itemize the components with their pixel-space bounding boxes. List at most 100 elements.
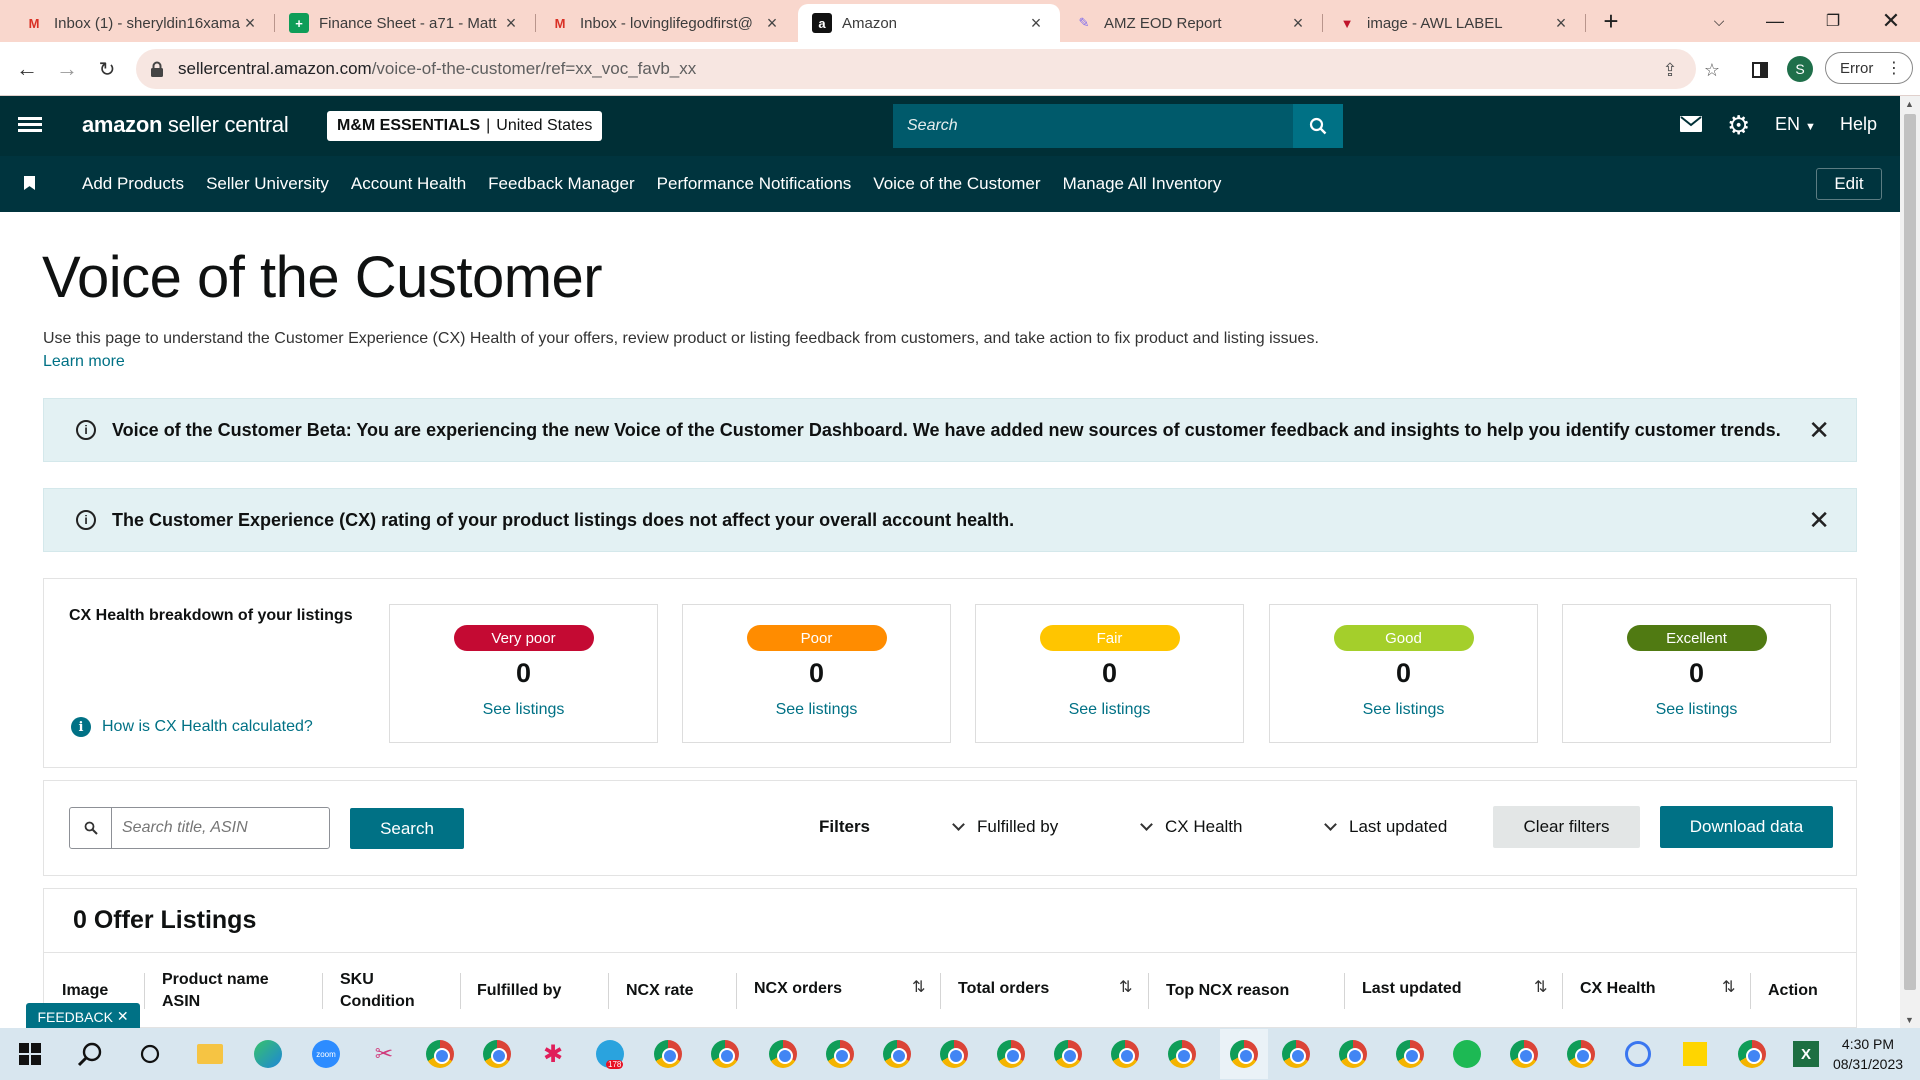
task-view-icon[interactable]	[134, 1038, 166, 1070]
close-icon[interactable]: ×	[762, 13, 782, 34]
chrome-icon[interactable]	[1280, 1038, 1312, 1070]
help-link[interactable]: Help	[1840, 114, 1877, 135]
scroll-down-arrow-icon[interactable]: ▼	[1905, 1015, 1914, 1025]
bookmark-star-icon[interactable]: ☆	[1698, 56, 1726, 84]
chrome-icon[interactable]	[881, 1038, 913, 1070]
chrome-icon[interactable]	[995, 1038, 1027, 1070]
see-listings-link[interactable]: See listings	[390, 701, 657, 719]
sort-icon[interactable]: ⇅	[1722, 977, 1735, 997]
close-icon[interactable]: ✕	[117, 1008, 129, 1025]
scroll-up-arrow-icon[interactable]: ▲	[1905, 99, 1914, 109]
chrome-icon[interactable]	[1166, 1038, 1198, 1070]
column-header-cx-health[interactable]: CX Health	[1580, 978, 1656, 1000]
side-panel-icon[interactable]	[1746, 56, 1774, 84]
nav-manage-all-inventory[interactable]: Manage All Inventory	[1063, 174, 1222, 194]
last-updated-dropdown[interactable]: Last updated	[1324, 817, 1447, 837]
menu-icon[interactable]	[18, 114, 42, 138]
reload-icon[interactable]: ↻	[90, 52, 124, 86]
close-icon[interactable]: ×	[1551, 13, 1571, 34]
scrollbar-thumb[interactable]	[1904, 114, 1916, 990]
cx-health-dropdown[interactable]: CX Health	[1140, 817, 1242, 837]
close-icon[interactable]: ×	[1288, 13, 1308, 34]
see-listings-link[interactable]: See listings	[976, 701, 1243, 719]
close-icon[interactable]: ×	[501, 13, 521, 34]
browser-tab-gmail-2[interactable]: M Inbox - lovinglifegodfirst@ ×	[536, 4, 796, 42]
window-close-icon[interactable]: ✕	[1864, 0, 1918, 42]
search-icon[interactable]	[74, 1038, 106, 1070]
browser-tab-clickup[interactable]: ✎ AMZ EOD Report ×	[1060, 4, 1322, 42]
close-icon[interactable]: ✕	[1808, 507, 1830, 533]
close-icon[interactable]: ✕	[1808, 417, 1830, 443]
browser-tab-awl[interactable]: ▼ image - AWL LABEL ×	[1323, 4, 1585, 42]
close-icon[interactable]: ×	[240, 13, 260, 34]
forward-arrow-icon[interactable]: →	[50, 52, 84, 86]
cx-health-help-link[interactable]: i How is CX Health calculated?	[71, 717, 313, 737]
nav-feedback-manager[interactable]: Feedback Manager	[488, 174, 634, 194]
chrome-icon[interactable]	[709, 1038, 741, 1070]
see-listings-link[interactable]: See listings	[1563, 701, 1830, 719]
chrome-icon[interactable]	[824, 1038, 856, 1070]
header-search[interactable]: Search	[893, 104, 1343, 148]
nav-account-health[interactable]: Account Health	[351, 174, 466, 194]
chrome-icon[interactable]	[1337, 1038, 1369, 1070]
see-listings-link[interactable]: See listings	[683, 701, 950, 719]
nav-voice-of-the-customer[interactable]: Voice of the Customer	[873, 174, 1040, 194]
search-button[interactable]: Search	[350, 808, 464, 849]
tab-search-chevron-icon[interactable]: ⌵	[1692, 0, 1746, 42]
edge-icon[interactable]	[252, 1038, 284, 1070]
file-explorer-icon[interactable]	[194, 1038, 226, 1070]
clear-filters-button[interactable]: Clear filters	[1493, 806, 1640, 848]
chrome-icon[interactable]	[938, 1038, 970, 1070]
address-bar[interactable]: sellercentral.amazon.com/voice-of-the-cu…	[136, 49, 1696, 89]
seller-central-logo[interactable]: amazon seller central	[82, 112, 289, 138]
close-icon[interactable]: ×	[1026, 13, 1046, 34]
learn-more-link[interactable]: Learn more	[43, 353, 125, 371]
error-button[interactable]: Error ⋮	[1825, 52, 1913, 84]
feedback-tab[interactable]: FEEDBACK ✕	[26, 1003, 140, 1030]
sort-icon[interactable]: ⇅	[1119, 977, 1132, 997]
nav-add-products[interactable]: Add Products	[82, 174, 184, 194]
chrome-icon[interactable]	[652, 1038, 684, 1070]
edit-nav-button[interactable]: Edit	[1816, 168, 1882, 200]
excel-icon[interactable]: X	[1790, 1038, 1822, 1070]
system-clock[interactable]: 4:30 PM 08/31/2023	[1826, 1034, 1910, 1074]
column-header-last-updated[interactable]: Last updated	[1362, 978, 1462, 1000]
share-icon[interactable]: ⇪	[1656, 56, 1684, 84]
chrome-icon[interactable]	[1052, 1038, 1084, 1070]
column-header-ncx-orders[interactable]: NCX orders	[754, 978, 842, 1000]
chrome-icon[interactable]	[1109, 1038, 1141, 1070]
listing-search-field[interactable]: Search title, ASIN	[69, 807, 330, 849]
sticky-notes-icon[interactable]	[1679, 1038, 1711, 1070]
gear-icon[interactable]: ⚙	[1727, 110, 1750, 141]
page-scrollbar[interactable]: ▲ ▼	[1900, 96, 1920, 1028]
bookmark-icon[interactable]	[24, 176, 35, 190]
listing-search-input[interactable]: Search title, ASIN	[112, 808, 329, 848]
sort-icon[interactable]: ⇅	[1534, 977, 1547, 997]
chrome-icon[interactable]	[1736, 1038, 1768, 1070]
spotify-icon[interactable]	[1451, 1038, 1483, 1070]
chrome-icon[interactable]	[767, 1038, 799, 1070]
chrome-icon[interactable]	[1394, 1038, 1426, 1070]
zoom-icon[interactable]: zoom	[310, 1038, 342, 1070]
snipping-tool-icon[interactable]: ✂	[368, 1038, 400, 1070]
store-selector[interactable]: M&M ESSENTIALS | United States	[327, 111, 603, 141]
column-header-total-orders[interactable]: Total orders	[958, 978, 1049, 1000]
nav-seller-university[interactable]: Seller University	[206, 174, 329, 194]
telegram-icon[interactable]: 178	[594, 1038, 626, 1070]
browser-tab-amazon[interactable]: a Amazon ×	[798, 4, 1060, 42]
chrome-icon[interactable]	[481, 1038, 513, 1070]
header-search-input[interactable]: Search	[893, 117, 1293, 135]
see-listings-link[interactable]: See listings	[1270, 701, 1537, 719]
chrome-icon[interactable]	[424, 1038, 456, 1070]
nav-performance-notifications[interactable]: Performance Notifications	[657, 174, 852, 194]
download-data-button[interactable]: Download data	[1660, 806, 1833, 848]
chrome-icon[interactable]	[1508, 1038, 1540, 1070]
language-selector[interactable]: EN ▼	[1775, 114, 1816, 135]
fulfilled-by-dropdown[interactable]: Fulfilled by	[952, 817, 1058, 837]
back-arrow-icon[interactable]: ←	[10, 52, 44, 86]
new-tab-plus-icon[interactable]: +	[1584, 0, 1638, 42]
browser-tab-sheets[interactable]: + Finance Sheet - a71 - Matt ×	[275, 4, 535, 42]
search-icon[interactable]	[1293, 104, 1343, 148]
sort-icon[interactable]: ⇅	[912, 977, 925, 997]
browser-tab-gmail-1[interactable]: M Inbox (1) - sheryldin16xama ×	[10, 4, 274, 42]
